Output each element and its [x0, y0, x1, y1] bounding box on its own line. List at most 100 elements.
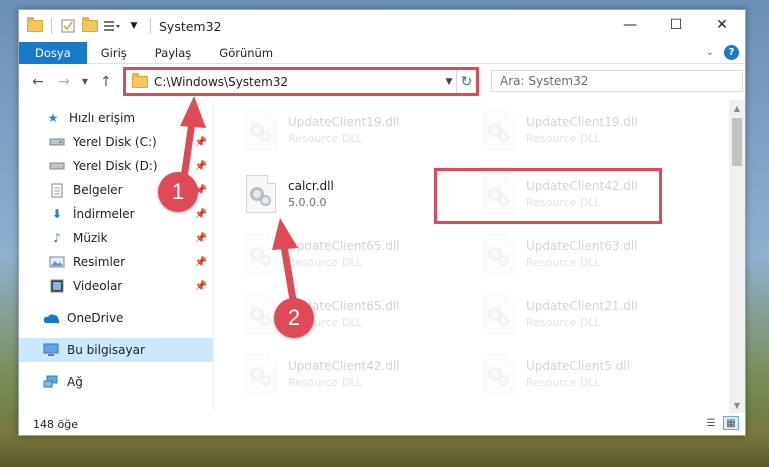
- file-item[interactable]: UpdateClient65.dll Resource DLL: [240, 230, 460, 278]
- refresh-icon[interactable]: ↻: [456, 70, 476, 93]
- file-name: UpdateClient19.dll: [288, 115, 400, 129]
- file-name: UpdateClient63.dll: [526, 239, 638, 253]
- sidebar-item-label: Müzik: [73, 231, 108, 245]
- cloud-icon: [43, 310, 59, 326]
- scroll-thumb[interactable]: [732, 118, 742, 166]
- file-item[interactable]: UpdateClient42.dll Resource DLL: [240, 350, 460, 398]
- toolbar-divider: [51, 18, 52, 34]
- sidebar-item-label: İndirmeler: [73, 207, 135, 221]
- expand-ribbon-icon[interactable]: ⌄: [706, 47, 714, 58]
- forward-button[interactable]: →: [53, 71, 75, 93]
- properties-icon[interactable]: [60, 18, 76, 34]
- sidebar-item-label: Videolar: [73, 279, 123, 293]
- sidebar-item-label: Resimler: [73, 255, 126, 269]
- details-view-icon[interactable]: ☰: [703, 416, 719, 430]
- scroll-up-icon[interactable]: ▲: [729, 100, 745, 116]
- file-type: Resource DLL: [526, 196, 601, 209]
- recent-locations-button[interactable]: ▼: [79, 71, 91, 93]
- file-item[interactable]: UpdateClient19.dll Resource DLL: [478, 106, 698, 154]
- address-bar[interactable]: C:\Windows\System32 ▼ ↻: [123, 67, 479, 96]
- window-title: System32: [159, 18, 222, 34]
- up-button[interactable]: ↑: [95, 71, 117, 93]
- file-item[interactable]: UpdateClient42.dll Resource DLL: [478, 170, 698, 218]
- dll-file-icon: [240, 173, 280, 215]
- file-version: 5.0.0.0: [288, 196, 327, 209]
- videos-icon: [49, 278, 65, 294]
- quick-access-toolbar: ▼: [19, 17, 153, 34]
- file-type: Resource DLL: [288, 132, 363, 145]
- navigation-bar: ← → ▼ ↑ C:\Windows\System32 ▼ ↻ Ara: Sys…: [19, 64, 745, 99]
- help-icon[interactable]: ?: [724, 45, 739, 60]
- maximize-button[interactable]: ☐: [653, 10, 699, 40]
- folder-icon: [132, 72, 148, 88]
- file-explorer-window: ▼ System32 — ☐ ✕ Dosya Giriş Paylaş Görü…: [18, 9, 746, 436]
- view-toggle: ☰ ▦: [703, 416, 739, 430]
- tab-file[interactable]: Dosya: [19, 41, 87, 64]
- file-item-calcr[interactable]: calcr.dll 5.0.0.0: [240, 170, 460, 218]
- tab-view[interactable]: Görünüm: [205, 42, 287, 64]
- file-item[interactable]: UpdateClient63.dll Resource DLL: [478, 230, 698, 278]
- pin-icon[interactable]: 📌: [195, 209, 207, 220]
- file-type: Resource DLL: [526, 376, 601, 389]
- step-badge-2: 2: [274, 298, 314, 338]
- drive-icon: [49, 158, 65, 174]
- pin-icon[interactable]: 📌: [195, 161, 207, 172]
- status-bar: 148 öğe ☰ ▦: [19, 413, 745, 435]
- tab-home[interactable]: Giriş: [87, 42, 141, 64]
- dll-file-icon: [478, 109, 518, 151]
- network-icon: [43, 374, 59, 390]
- close-button[interactable]: ✕: [699, 10, 745, 40]
- pin-icon[interactable]: 📌: [195, 233, 207, 244]
- file-type: Resource DLL: [288, 376, 363, 389]
- sidebar-item-videos[interactable]: Videolar 📌: [19, 274, 213, 298]
- navigation-pane: ★ Hızlı erişim Yerel Disk (C:) 📌 Yerel D…: [19, 100, 214, 413]
- new-folder-icon[interactable]: [82, 17, 98, 34]
- sidebar-item-local-disk-c[interactable]: Yerel Disk (C:) 📌: [19, 130, 213, 154]
- window-controls: — ☐ ✕: [607, 10, 745, 40]
- customize-toolbar-icon[interactable]: [104, 18, 120, 34]
- file-name: UpdateClient65.dll: [288, 239, 400, 253]
- folder-icon: [27, 17, 43, 34]
- file-item[interactable]: UpdateClient65.dll Resource DLL: [240, 290, 460, 338]
- download-icon: ⬇: [51, 207, 63, 221]
- file-name: UpdateClient5.dll: [526, 359, 630, 373]
- dll-file-icon: [240, 353, 280, 395]
- file-item[interactable]: UpdateClient19.dll Resource DLL: [240, 106, 460, 154]
- vertical-scrollbar[interactable]: ▲ ▼: [729, 100, 745, 413]
- tab-share[interactable]: Paylaş: [141, 42, 206, 64]
- item-count: 148 öğe: [33, 417, 78, 431]
- search-input[interactable]: Ara: System32: [491, 70, 743, 92]
- back-button[interactable]: ←: [27, 71, 49, 93]
- step-badge-1: 1: [158, 172, 198, 212]
- pictures-icon: [49, 254, 65, 270]
- file-item[interactable]: UpdateClient21.dll Resource DLL: [478, 290, 698, 338]
- sidebar-item-music[interactable]: ♪ Müzik 📌: [19, 226, 213, 250]
- chevron-down-icon[interactable]: ▼: [442, 77, 456, 87]
- drive-icon: [49, 134, 65, 150]
- chevron-down-icon[interactable]: ▼: [126, 18, 142, 34]
- pin-icon[interactable]: 📌: [195, 281, 207, 292]
- sidebar-item-quick-access[interactable]: ★ Hızlı erişim: [19, 106, 213, 130]
- title-bar: ▼ System32 — ☐ ✕: [19, 10, 745, 42]
- file-name: UpdateClient42.dll: [526, 179, 638, 193]
- pin-icon[interactable]: 📌: [195, 137, 207, 148]
- sidebar-item-pictures[interactable]: Resimler 📌: [19, 250, 213, 274]
- sidebar-item-label: OneDrive: [67, 311, 124, 325]
- file-list: UpdateClient19.dll Resource DLL UpdateCli…: [214, 100, 745, 413]
- file-name: UpdateClient19.dll: [526, 115, 638, 129]
- sidebar-item-label: Yerel Disk (C:): [73, 135, 157, 149]
- sidebar-item-this-pc[interactable]: Bu bilgisayar: [19, 338, 213, 362]
- dll-file-icon: [240, 233, 280, 275]
- scroll-down-icon[interactable]: ▼: [729, 397, 745, 413]
- large-icons-view-icon[interactable]: ▦: [723, 416, 739, 430]
- pin-icon[interactable]: 📌: [195, 257, 207, 268]
- file-item[interactable]: UpdateClient5.dll Resource DLL: [478, 350, 698, 398]
- file-type: Resource DLL: [526, 132, 601, 145]
- sidebar-item-network[interactable]: Ağ: [19, 370, 213, 394]
- ribbon-tabs: Dosya Giriş Paylaş Görünüm ⌄ ?: [19, 41, 745, 64]
- minimize-button[interactable]: —: [607, 10, 653, 40]
- music-icon: ♪: [53, 231, 61, 245]
- file-type: Resource DLL: [526, 256, 601, 269]
- file-name: UpdateClient42.dll: [288, 359, 400, 373]
- sidebar-item-onedrive[interactable]: OneDrive: [19, 306, 213, 330]
